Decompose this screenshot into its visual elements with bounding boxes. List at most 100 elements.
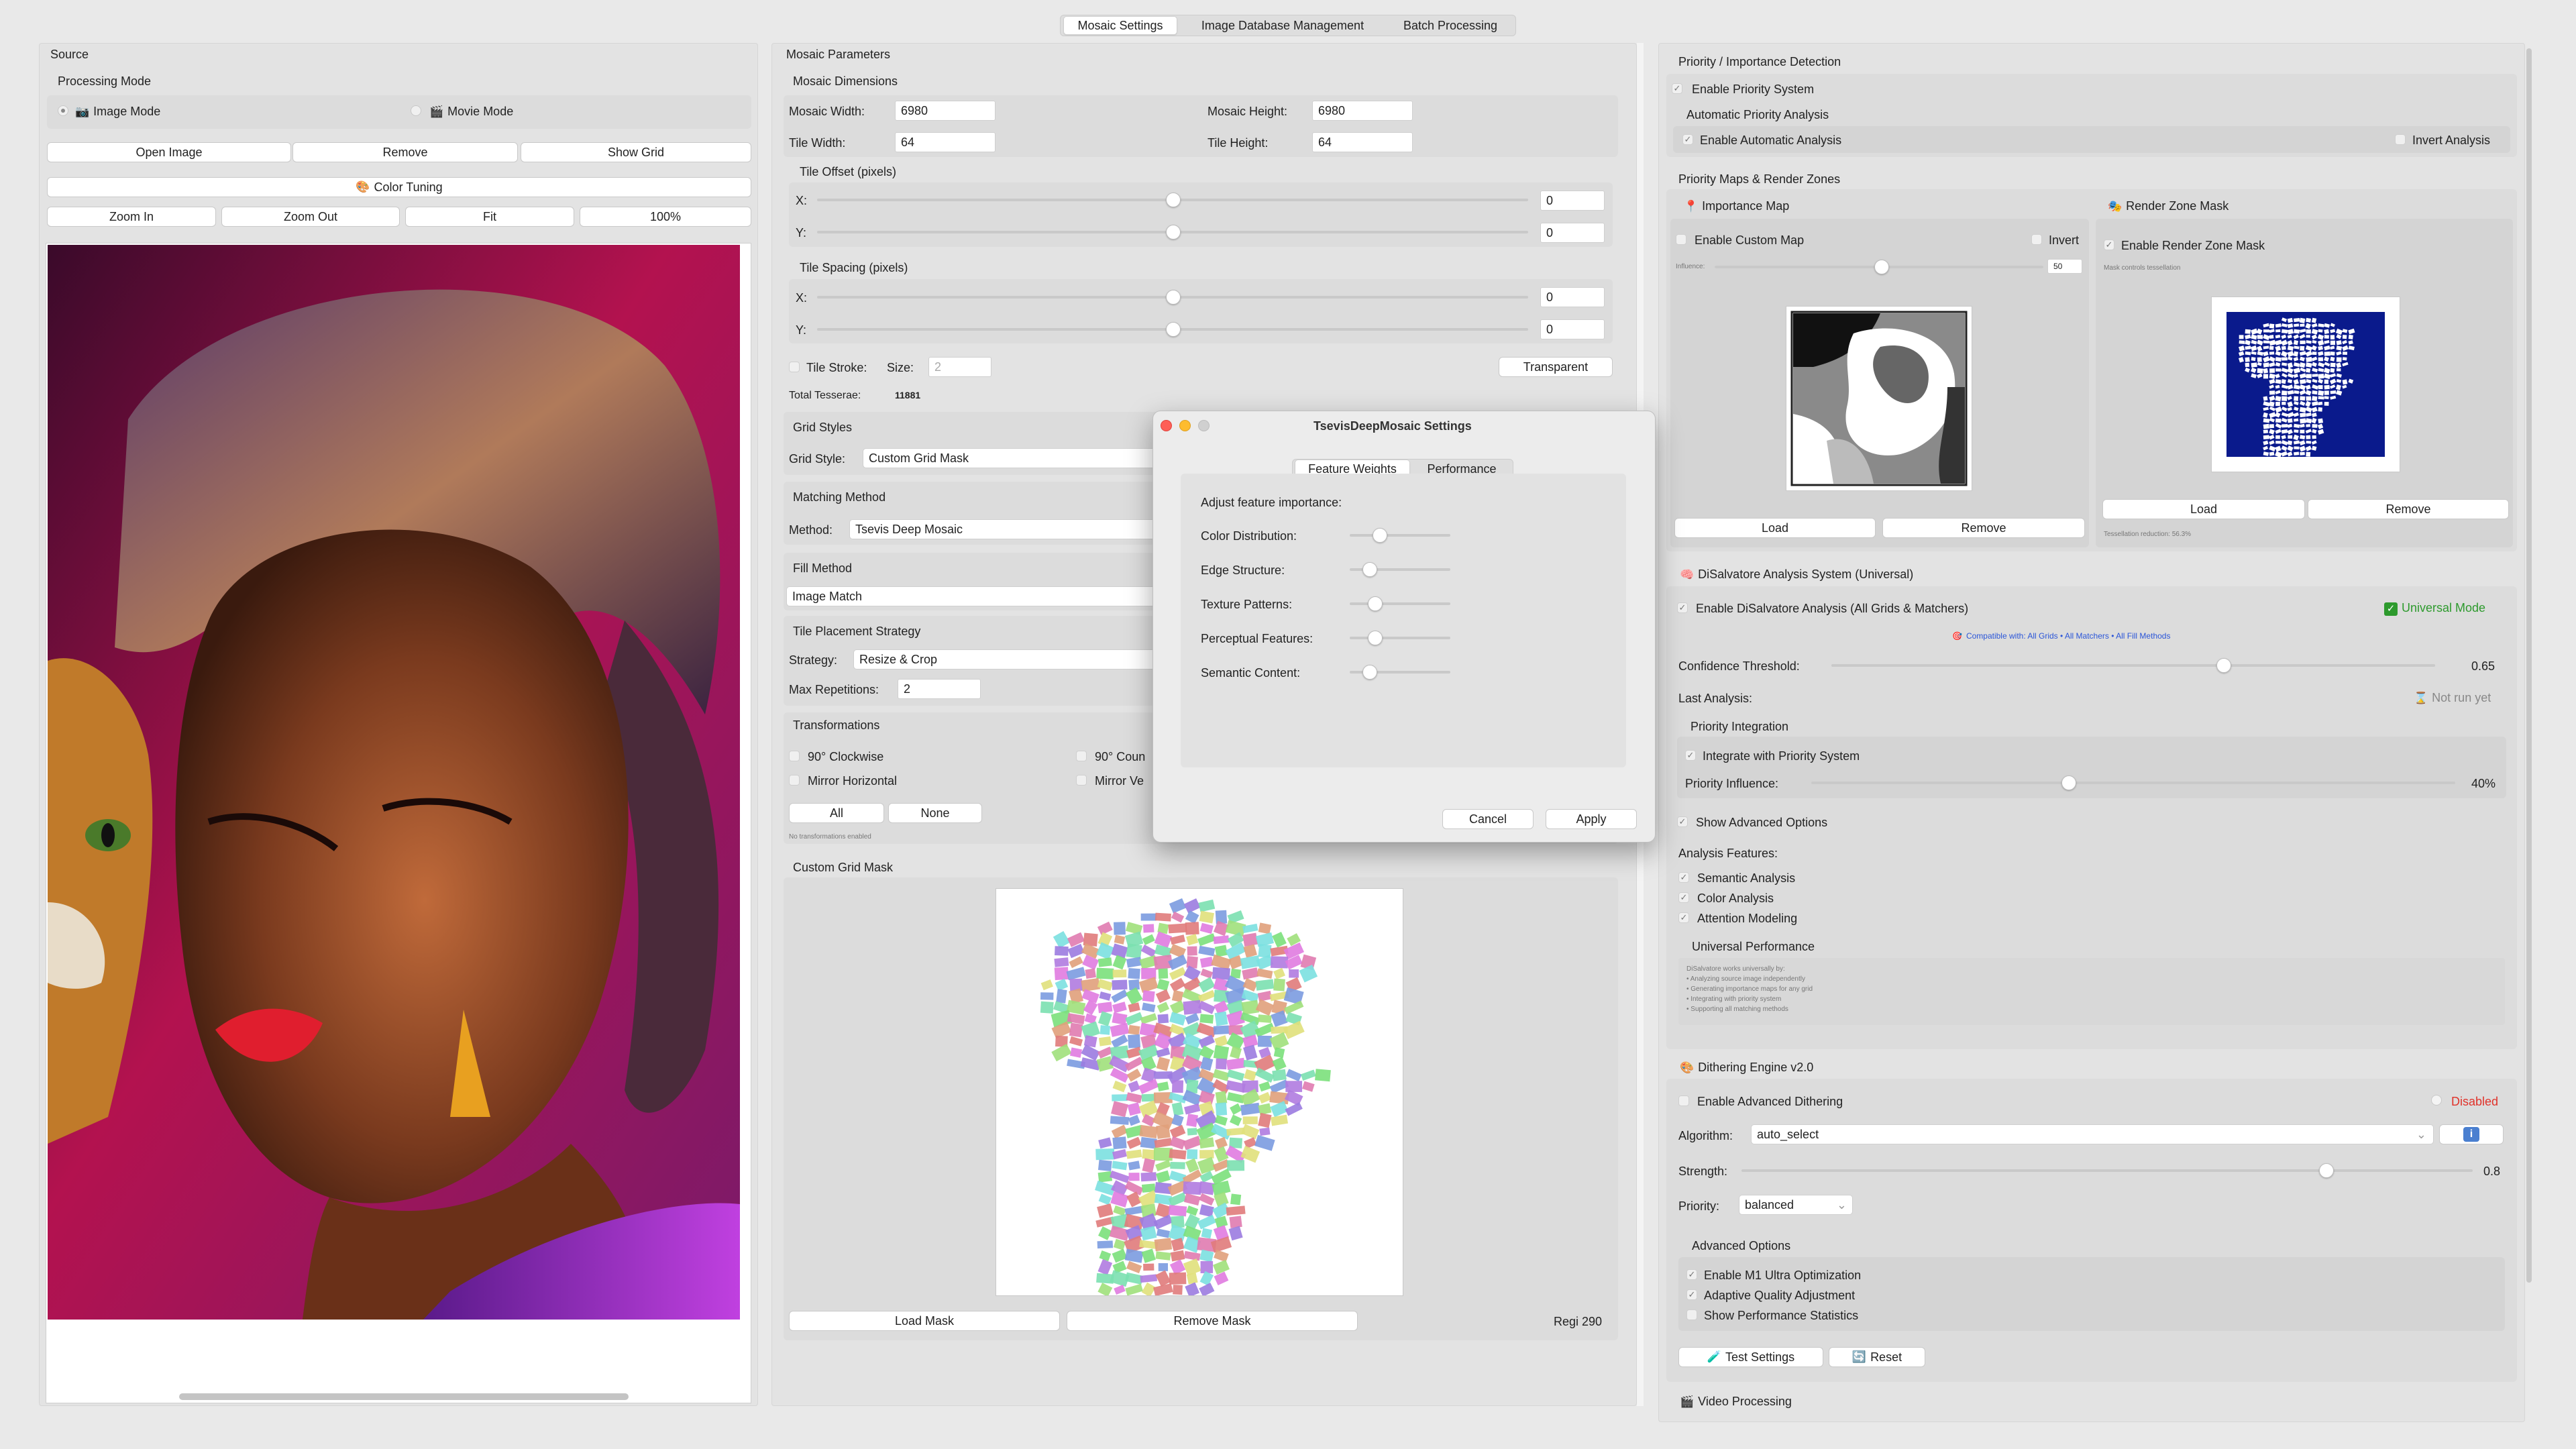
strength-value: 0.8 [2483, 1165, 2501, 1178]
enable-custom-map-checkbox[interactable] [1676, 234, 1686, 245]
mirror-vertical-checkbox[interactable] [1076, 775, 1087, 786]
custom-grid-mask-label: Custom Grid Mask [793, 861, 894, 874]
feature-weight-slider-knob[interactable] [1373, 528, 1387, 543]
algorithm-info-button[interactable]: i [2439, 1124, 2504, 1144]
image-mode-label[interactable]: 📷 Image Mode [75, 105, 160, 117]
spacing-x-field[interactable]: 0 [1540, 287, 1605, 307]
invert-analysis-checkbox[interactable] [2395, 134, 2406, 145]
show-advanced-checkbox[interactable]: ✓ [1677, 816, 1688, 827]
enable-disalvatore-checkbox[interactable]: ✓ [1677, 602, 1688, 613]
total-tesserae-value: 11881 [895, 390, 921, 400]
confidence-slider-track[interactable] [1831, 664, 2435, 667]
mosaic-parameters-title: Mosaic Parameters [786, 48, 891, 61]
feature-weight-slider-knob[interactable] [1367, 596, 1383, 611]
tab-image-database[interactable]: Image Database Management [1182, 16, 1383, 35]
regions-count: Regi 290 [1554, 1315, 1603, 1328]
load-mask-button[interactable]: Load Mask [789, 1311, 1060, 1331]
invert-map-checkbox[interactable] [2031, 234, 2042, 245]
select-none-button[interactable]: None [888, 803, 982, 823]
remove-mask-button[interactable]: Remove Mask [1067, 1311, 1358, 1331]
feature-weight-slider-track[interactable] [1350, 602, 1450, 605]
enable-dithering-checkbox[interactable] [1678, 1095, 1689, 1106]
load-render-zone-button[interactable]: Load [2102, 499, 2305, 519]
feature-weight-slider-knob[interactable] [1362, 665, 1377, 680]
tile-width-field[interactable]: 64 [895, 132, 996, 152]
compatible-note: 🎯 Compatible with: All Grids • All Matche… [1952, 631, 2171, 641]
enable-render-zone-checkbox[interactable]: ✓ [2104, 239, 2114, 250]
tile-height-field[interactable]: 64 [1312, 132, 1413, 152]
mosaic-height-field[interactable]: 6980 [1312, 101, 1413, 121]
spacing-x-slider-knob[interactable] [1166, 290, 1181, 305]
tab-mosaic-settings[interactable]: Mosaic Settings [1063, 16, 1177, 35]
color-analysis-checkbox[interactable]: ✓ [1678, 892, 1689, 903]
spacing-y-label: Y: [796, 323, 807, 337]
feature-weight-slider-track[interactable] [1350, 637, 1450, 639]
strategy-label: Strategy: [789, 653, 838, 667]
max-repetitions-field[interactable]: 2 [898, 679, 981, 699]
minimize-window-button[interactable] [1179, 420, 1191, 431]
offset-y-slider-knob[interactable] [1166, 225, 1181, 239]
perf-line-1: DiSalvatore works universally by: [1686, 965, 1785, 973]
source-image-viewer[interactable] [46, 243, 751, 1403]
open-image-button[interactable]: Open Image [47, 142, 291, 162]
strength-slider-track[interactable] [1741, 1169, 2473, 1172]
close-window-button[interactable] [1161, 420, 1172, 431]
tile-stroke-checkbox[interactable] [789, 362, 800, 372]
offset-x-slider-knob[interactable] [1166, 193, 1181, 207]
viewer-horizontal-scrollbar[interactable] [179, 1393, 629, 1400]
remove-importance-map-button[interactable]: Remove [1882, 518, 2085, 538]
dialog-apply-button[interactable]: Apply [1546, 809, 1637, 829]
movie-mode-radio[interactable] [411, 105, 421, 116]
remove-image-button[interactable]: Remove [292, 142, 518, 162]
tab-batch-processing[interactable]: Batch Processing [1387, 16, 1513, 35]
feature-weight-slider-knob[interactable] [1367, 631, 1383, 645]
image-mode-radio[interactable] [58, 105, 68, 116]
dialog-cancel-button[interactable]: Cancel [1442, 809, 1534, 829]
priority-influence-slider-knob[interactable] [2061, 775, 2076, 790]
remove-render-zone-button[interactable]: Remove [2308, 499, 2509, 519]
rotate-cw-checkbox[interactable] [789, 751, 800, 761]
zoom-100-button[interactable]: 100% [580, 207, 751, 227]
zoom-in-button[interactable]: Zoom In [47, 207, 216, 227]
influence-field[interactable]: 50 [2047, 259, 2082, 274]
zoom-window-button[interactable] [1198, 420, 1210, 431]
feature-weight-slider-knob[interactable] [1362, 562, 1377, 577]
adaptive-quality-checkbox[interactable]: ✓ [1686, 1289, 1697, 1300]
zoom-out-button[interactable]: Zoom Out [221, 207, 400, 227]
influence-slider-knob[interactable] [1874, 260, 1889, 274]
feature-weight-slider-track[interactable] [1350, 534, 1450, 537]
m1-optimization-checkbox[interactable]: ✓ [1686, 1269, 1697, 1280]
spacing-y-field[interactable]: 0 [1540, 319, 1605, 339]
right-panel-scrollbar[interactable] [2526, 48, 2532, 1283]
test-settings-button[interactable]: 🧪 Test Settings [1678, 1347, 1823, 1367]
mirror-horizontal-checkbox[interactable] [789, 775, 800, 786]
mirror-horizontal-label: Mirror Horizontal [808, 774, 898, 788]
offset-y-field[interactable]: 0 [1540, 223, 1605, 243]
rotate-ccw-checkbox[interactable] [1076, 751, 1087, 761]
color-tuning-button[interactable]: 🎨 Color Tuning [47, 177, 751, 197]
transparent-button[interactable]: Transparent [1499, 357, 1613, 377]
algorithm-select[interactable]: auto_select ⌄ [1751, 1124, 2434, 1144]
select-all-button[interactable]: All [789, 803, 884, 823]
tile-offset-group [789, 182, 1613, 247]
stroke-size-field[interactable]: 2 [928, 357, 991, 377]
priority-influence-slider-track[interactable] [1811, 782, 2455, 784]
attention-modeling-checkbox[interactable]: ✓ [1678, 912, 1689, 923]
movie-mode-label[interactable]: 🎬 Movie Mode [429, 105, 513, 117]
confidence-slider-knob[interactable] [2216, 658, 2231, 673]
spacing-y-slider-knob[interactable] [1166, 322, 1181, 337]
refresh-icon: 🔄 [1851, 1350, 1867, 1363]
enable-priority-checkbox[interactable]: ✓ [1672, 83, 1682, 94]
load-importance-map-button[interactable]: Load [1674, 518, 1876, 538]
enable-auto-analysis-checkbox[interactable]: ✓ [1682, 134, 1693, 145]
perf-stats-checkbox[interactable] [1686, 1309, 1697, 1320]
strength-slider-knob[interactable] [2319, 1163, 2334, 1178]
offset-x-field[interactable]: 0 [1540, 191, 1605, 211]
mosaic-width-field[interactable]: 6980 [895, 101, 996, 121]
semantic-analysis-checkbox[interactable]: ✓ [1678, 872, 1689, 883]
fit-button[interactable]: Fit [405, 207, 574, 227]
dither-priority-select[interactable]: balanced ⌄ [1739, 1195, 1853, 1215]
integrate-priority-checkbox[interactable]: ✓ [1685, 750, 1696, 761]
show-grid-button[interactable]: Show Grid [521, 142, 751, 162]
reset-button[interactable]: 🔄 Reset [1829, 1347, 1925, 1367]
